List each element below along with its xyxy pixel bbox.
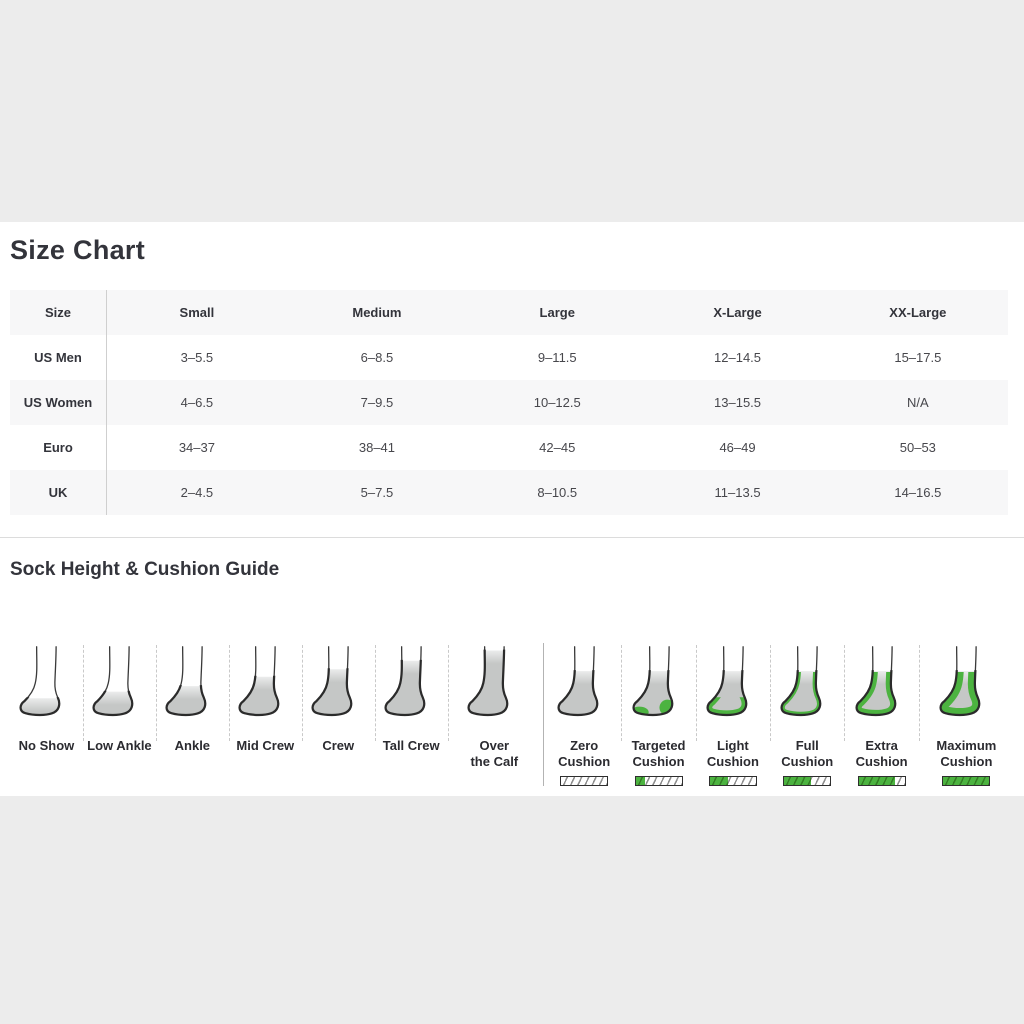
height-item-over-the-calf: Overthe Calf: [448, 643, 541, 770]
table-cell: 8–10.5: [467, 470, 647, 515]
table-cell: 15–17.5: [828, 335, 1008, 380]
sock-icon-maximum-cushion: [937, 643, 995, 731]
height-item-mid-crew: Mid Crew: [229, 643, 302, 770]
sock-icon-crew: [309, 643, 367, 731]
group-divider: [543, 643, 544, 786]
guide-row: No Show Low Ankle: [10, 643, 1014, 786]
icon-label: FullCushion: [781, 738, 833, 770]
table-cell: 14–16.5: [828, 470, 1008, 515]
row-label: US Women: [10, 380, 107, 425]
table-cell: 38–41: [287, 425, 467, 470]
column-header-size: Size: [10, 290, 107, 335]
size-chart-body: US Men3–5.56–8.59–11.512–14.515–17.5US W…: [10, 335, 1008, 515]
column-header: Medium: [287, 290, 467, 335]
cushion-item-light-cushion: LightCushion: [696, 643, 770, 786]
table-row: US Women4–6.57–9.510–12.513–15.5N/A: [10, 380, 1008, 425]
table-cell: 3–5.5: [107, 335, 287, 380]
cushion-level-bar: [709, 776, 757, 786]
sock-icon-low-ankle: [90, 643, 148, 731]
sock-icon-extra-cushion: [853, 643, 911, 731]
sock-icon-tall-crew: [382, 643, 440, 731]
sock-icon-mid-crew: [236, 643, 294, 731]
table-cell: N/A: [828, 380, 1008, 425]
height-item-low-ankle: Low Ankle: [83, 643, 156, 770]
size-chart-table: SizeSmallMediumLargeX-LargeXX-Large US M…: [10, 290, 1008, 515]
row-label: Euro: [10, 425, 107, 470]
sock-icon-over-the-calf: [465, 643, 523, 731]
icon-label: No Show: [19, 738, 75, 754]
column-header: X-Large: [647, 290, 827, 335]
section-divider: [0, 537, 1024, 538]
icon-label: TargetedCushion: [632, 738, 686, 770]
row-label: US Men: [10, 335, 107, 380]
size-chart-header-row: SizeSmallMediumLargeX-LargeXX-Large: [10, 290, 1008, 335]
column-header: Large: [467, 290, 647, 335]
height-item-ankle: Ankle: [156, 643, 229, 770]
column-header: Small: [107, 290, 287, 335]
table-cell: 42–45: [467, 425, 647, 470]
table-cell: 4–6.5: [107, 380, 287, 425]
table-row: US Men3–5.56–8.59–11.512–14.515–17.5: [10, 335, 1008, 380]
guide-title: Sock Height & Cushion Guide: [10, 558, 1024, 582]
cushion-item-targeted-cushion: TargetedCushion: [621, 643, 695, 786]
height-item-no-show: No Show: [10, 643, 83, 770]
table-cell: 11–13.5: [647, 470, 827, 515]
table-cell: 2–4.5: [107, 470, 287, 515]
table-row: UK2–4.55–7.58–10.511–13.514–16.5: [10, 470, 1008, 515]
table-cell: 6–8.5: [287, 335, 467, 380]
cushion-level-bar: [560, 776, 608, 786]
icon-label: Ankle: [175, 738, 210, 754]
table-cell: 13–15.5: [647, 380, 827, 425]
size-guide-panel: Size Chart SizeSmallMediumLargeX-LargeXX…: [0, 222, 1024, 796]
cushion-level-fill: [859, 777, 896, 785]
table-cell: 10–12.5: [467, 380, 647, 425]
icon-label: Low Ankle: [87, 738, 152, 754]
cushion-level-bar: [858, 776, 906, 786]
height-item-tall-crew: Tall Crew: [375, 643, 448, 770]
icon-label: MaximumCushion: [936, 738, 996, 770]
icon-label: LightCushion: [707, 738, 759, 770]
icon-label: ZeroCushion: [558, 738, 610, 770]
column-header: XX-Large: [828, 290, 1008, 335]
cushion-level-fill: [943, 777, 989, 785]
cushion-level-fill: [636, 777, 645, 785]
sock-icon-no-show: [17, 643, 75, 731]
icon-label: Overthe Calf: [470, 738, 518, 770]
sock-icon-light-cushion: [704, 643, 762, 731]
cushion-level-fill: [784, 777, 811, 785]
icon-label: Mid Crew: [236, 738, 294, 754]
cushion-level-bar: [635, 776, 683, 786]
sock-icon-ankle: [163, 643, 221, 731]
sock-icon-full-cushion: [778, 643, 836, 731]
table-cell: 12–14.5: [647, 335, 827, 380]
table-cell: 5–7.5: [287, 470, 467, 515]
sock-icon-zero-cushion: [555, 643, 613, 731]
cushion-item-full-cushion: FullCushion: [770, 643, 844, 786]
table-cell: 9–11.5: [467, 335, 647, 380]
cushion-level-fill: [710, 777, 728, 785]
height-item-crew: Crew: [302, 643, 375, 770]
cushion-level-bar: [942, 776, 990, 786]
cushion-level-bar: [783, 776, 831, 786]
cushion-item-extra-cushion: ExtraCushion: [844, 643, 918, 786]
icon-label: Crew: [322, 738, 354, 754]
sock-height-group: No Show Low Ankle: [10, 643, 541, 770]
icon-label: ExtraCushion: [856, 738, 908, 770]
cushion-item-maximum-cushion: MaximumCushion: [919, 643, 1014, 786]
table-cell: 50–53: [828, 425, 1008, 470]
table-cell: 46–49: [647, 425, 827, 470]
table-cell: 7–9.5: [287, 380, 467, 425]
cushion-item-zero-cushion: ZeroCushion: [547, 643, 621, 786]
table-cell: 34–37: [107, 425, 287, 470]
table-row: Euro34–3738–4142–4546–4950–53: [10, 425, 1008, 470]
cushion-group: ZeroCushion TargetedCushion: [547, 643, 1014, 786]
sock-icon-targeted-cushion: [630, 643, 688, 731]
size-chart-title: Size Chart: [10, 234, 1024, 266]
row-label: UK: [10, 470, 107, 515]
icon-label: Tall Crew: [383, 738, 440, 754]
